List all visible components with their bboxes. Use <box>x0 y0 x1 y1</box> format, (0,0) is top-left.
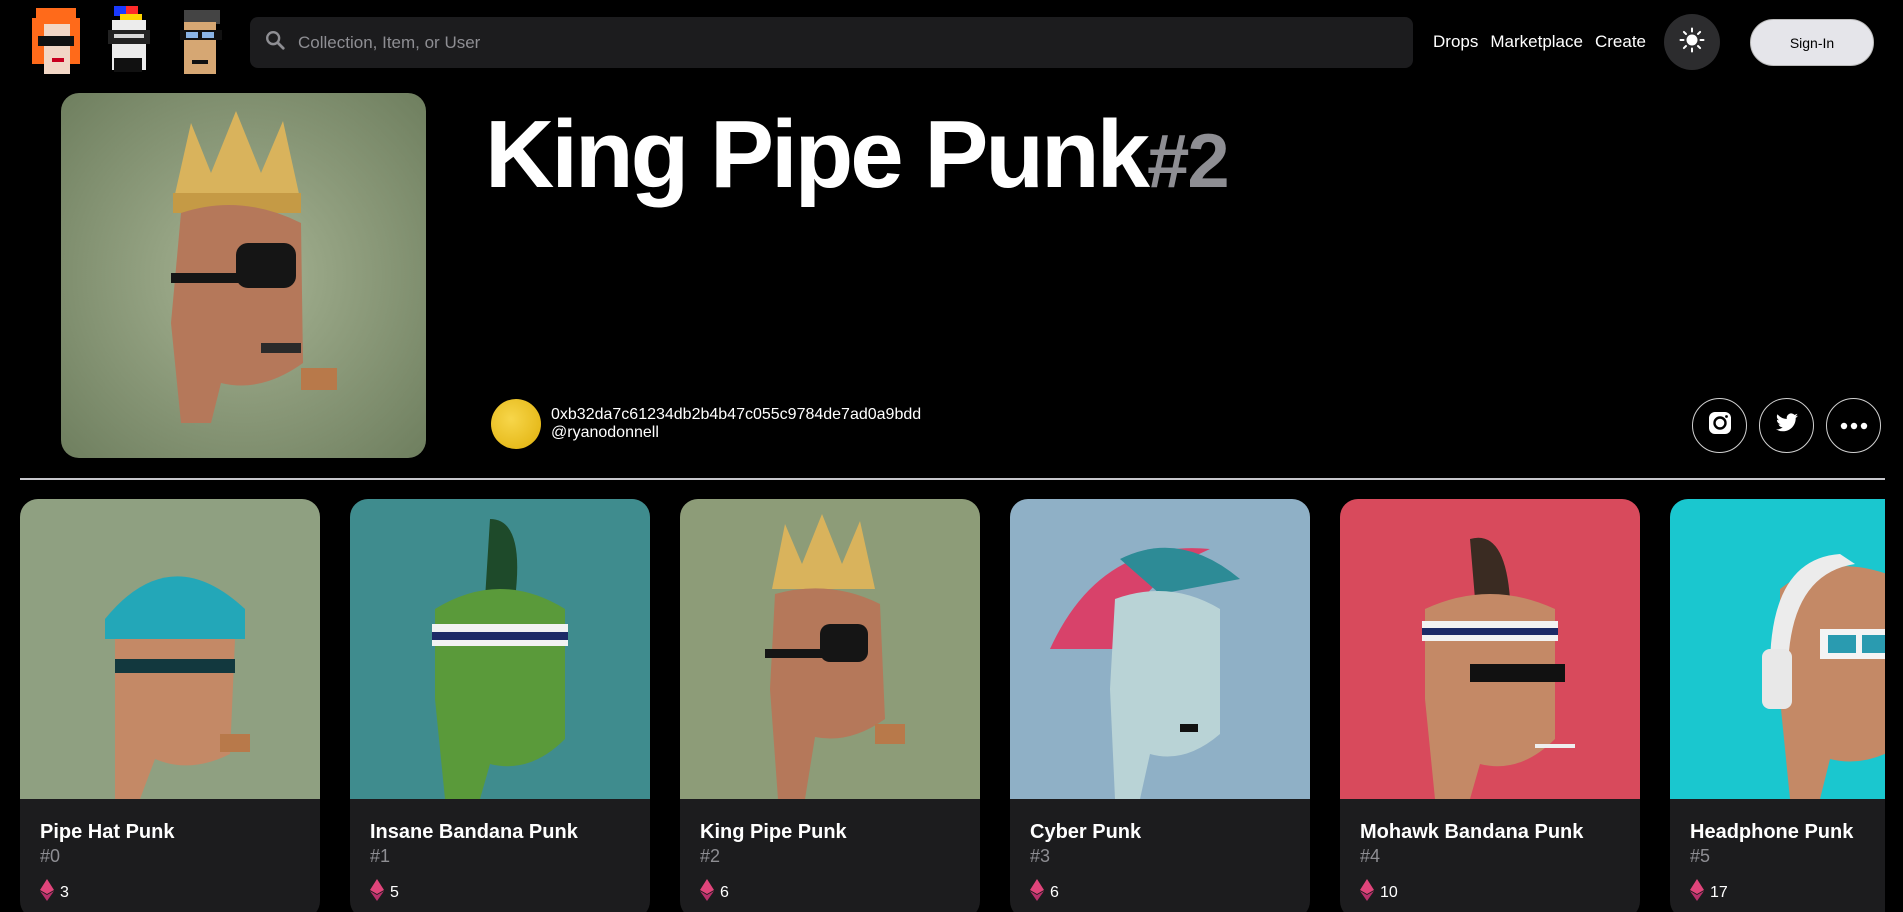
sign-in-button[interactable]: Sign-In <box>1750 19 1874 66</box>
nav-link-marketplace[interactable]: Marketplace <box>1490 32 1583 52</box>
nft-card-price: 6 <box>700 879 960 906</box>
nft-card-image <box>350 499 650 799</box>
nft-card[interactable]: Pipe Hat Punk #0 3 <box>20 499 320 912</box>
item-title: King Pipe Punk <box>485 101 1150 208</box>
more-icon <box>1840 417 1868 435</box>
nft-card-price: 10 <box>1360 879 1620 906</box>
nft-card-number: #2 <box>700 846 721 866</box>
owner-handle[interactable]: @ryanodonnell <box>551 424 921 442</box>
nft-card[interactable]: King Pipe Punk #2 6 <box>680 499 980 912</box>
ethereum-icon <box>370 879 384 906</box>
nft-card-price: 17 <box>1690 879 1885 906</box>
nav-link-drops[interactable]: Drops <box>1433 32 1478 52</box>
page-title: King Pipe Punk#2 <box>485 100 1230 210</box>
nft-card-number: #4 <box>1360 846 1381 866</box>
ethereum-icon <box>1030 879 1044 906</box>
nft-card[interactable]: Insane Bandana Punk #1 5 <box>350 499 650 912</box>
nft-card-price: 6 <box>1030 879 1290 906</box>
nft-card-name: Cyber Punk <box>1030 821 1142 843</box>
nft-card-name: Headphone Punk <box>1690 821 1854 843</box>
owner-info[interactable]: 0xb32da7c61234db2b4b47c055c9784de7ad0a9b… <box>491 399 921 449</box>
more-button[interactable] <box>1826 398 1881 453</box>
nav-links: Drops Marketplace Create <box>1433 32 1646 52</box>
hero-nft-image <box>61 93 426 458</box>
nft-card-image <box>680 499 980 799</box>
nft-card-price-value: 10 <box>1380 883 1398 901</box>
nft-card-name: Insane Bandana Punk <box>370 821 578 843</box>
search-input[interactable] <box>298 32 1298 53</box>
nft-card-name: King Pipe Punk <box>700 821 847 843</box>
nft-card-number: #5 <box>1690 846 1711 866</box>
nft-card-image <box>1670 499 1885 799</box>
twitter-icon <box>1774 411 1800 440</box>
top-nav: Drops Marketplace Create Sign-In <box>0 0 1903 86</box>
nft-card-price: 5 <box>370 879 630 906</box>
search-icon <box>264 29 286 56</box>
nft-card-number: #1 <box>370 846 391 866</box>
nft-card[interactable]: Mohawk Bandana Punk #4 10 <box>1340 499 1640 912</box>
divider <box>20 478 1885 480</box>
nft-card-number: #3 <box>1030 846 1051 866</box>
instagram-icon <box>1707 410 1733 441</box>
nft-card-price-value: 6 <box>720 883 729 901</box>
nft-card-price-value: 6 <box>1050 883 1059 901</box>
item-number: #2 <box>1147 119 1230 204</box>
nav-link-create[interactable]: Create <box>1595 32 1646 52</box>
ethereum-icon <box>1360 879 1374 906</box>
punk-logo-icon[interactable] <box>172 4 234 82</box>
instagram-button[interactable] <box>1692 398 1747 453</box>
social-buttons <box>1692 398 1881 453</box>
nft-card-image <box>1340 499 1640 799</box>
sun-icon <box>1679 27 1705 58</box>
ethereum-icon <box>1690 879 1704 906</box>
punk-logo-icon[interactable] <box>28 4 90 82</box>
punk-logo-icon[interactable] <box>100 4 162 82</box>
avatar[interactable] <box>491 399 541 449</box>
nft-card-name: Mohawk Bandana Punk <box>1360 821 1584 843</box>
nft-card-number: #0 <box>40 846 61 866</box>
ethereum-icon <box>700 879 714 906</box>
owner-address: 0xb32da7c61234db2b4b47c055c9784de7ad0a9b… <box>551 406 922 423</box>
nft-card-price-value: 3 <box>60 883 69 901</box>
logo-group[interactable] <box>28 4 234 82</box>
search-bar[interactable] <box>250 17 1413 68</box>
twitter-button[interactable] <box>1759 398 1814 453</box>
nft-card-price-value: 17 <box>1710 883 1728 901</box>
nft-card-image <box>1010 499 1310 799</box>
theme-toggle-button[interactable] <box>1664 14 1720 70</box>
nft-card-price-value: 5 <box>390 883 399 901</box>
ethereum-icon <box>40 879 54 906</box>
nft-card[interactable]: Headphone Punk #5 17 <box>1670 499 1885 912</box>
nft-card-price: 3 <box>40 879 300 906</box>
nft-card-name: Pipe Hat Punk <box>40 821 175 843</box>
nft-card-image <box>20 499 320 799</box>
nft-card[interactable]: Cyber Punk #3 6 <box>1010 499 1310 912</box>
nft-card-list: Pipe Hat Punk #0 3 Insane Bandana Punk #… <box>20 499 1885 912</box>
